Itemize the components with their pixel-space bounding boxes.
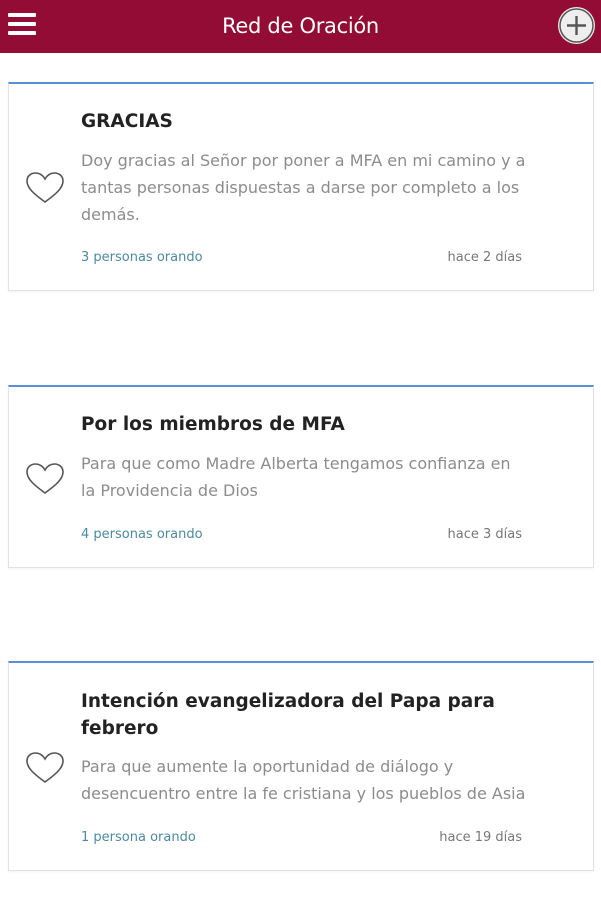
prayer-body: Doy gracias al Señor por poner a MFA en … [81, 151, 526, 224]
prayer-title: Intención evangelizadora del Papa para f… [81, 691, 495, 739]
praying-count[interactable]: 4 personas orando [81, 527, 203, 542]
prayer-body: Para que como Madre Alberta tengamos con… [81, 454, 511, 500]
praying-count[interactable]: 1 persona orando [81, 830, 196, 845]
heart-outline-icon[interactable] [25, 462, 65, 496]
add-prayer-button[interactable] [558, 7, 595, 44]
prayer-card[interactable]: GRACIAS Doy gracias al Señor por poner a… [8, 82, 594, 291]
plus-circle-icon [559, 8, 594, 43]
heart-outline-icon[interactable] [25, 751, 65, 785]
praying-count[interactable]: 3 personas orando [81, 250, 203, 265]
prayer-title: GRACIAS [81, 111, 173, 132]
prayer-card[interactable]: Intención evangelizadora del Papa para f… [8, 661, 594, 871]
prayer-timestamp: hace 2 días [447, 250, 523, 265]
app: Red de Oración GRACIAS Doy gracias al Se… [0, 0, 601, 900]
prayer-title: Por los miembros de MFA [81, 414, 345, 435]
prayer-timestamp: hace 3 días [447, 527, 523, 542]
prayer-card[interactable]: Por los miembros de MFA Para que como Ma… [8, 385, 594, 568]
heart-outline-icon[interactable] [25, 171, 65, 205]
prayer-timestamp: hace 19 días [439, 830, 522, 845]
prayer-body: Para que aumente la oportunidad de diálo… [81, 757, 526, 803]
page-title: Red de Oración [222, 14, 379, 38]
app-header: Red de Oración [0, 0, 601, 53]
